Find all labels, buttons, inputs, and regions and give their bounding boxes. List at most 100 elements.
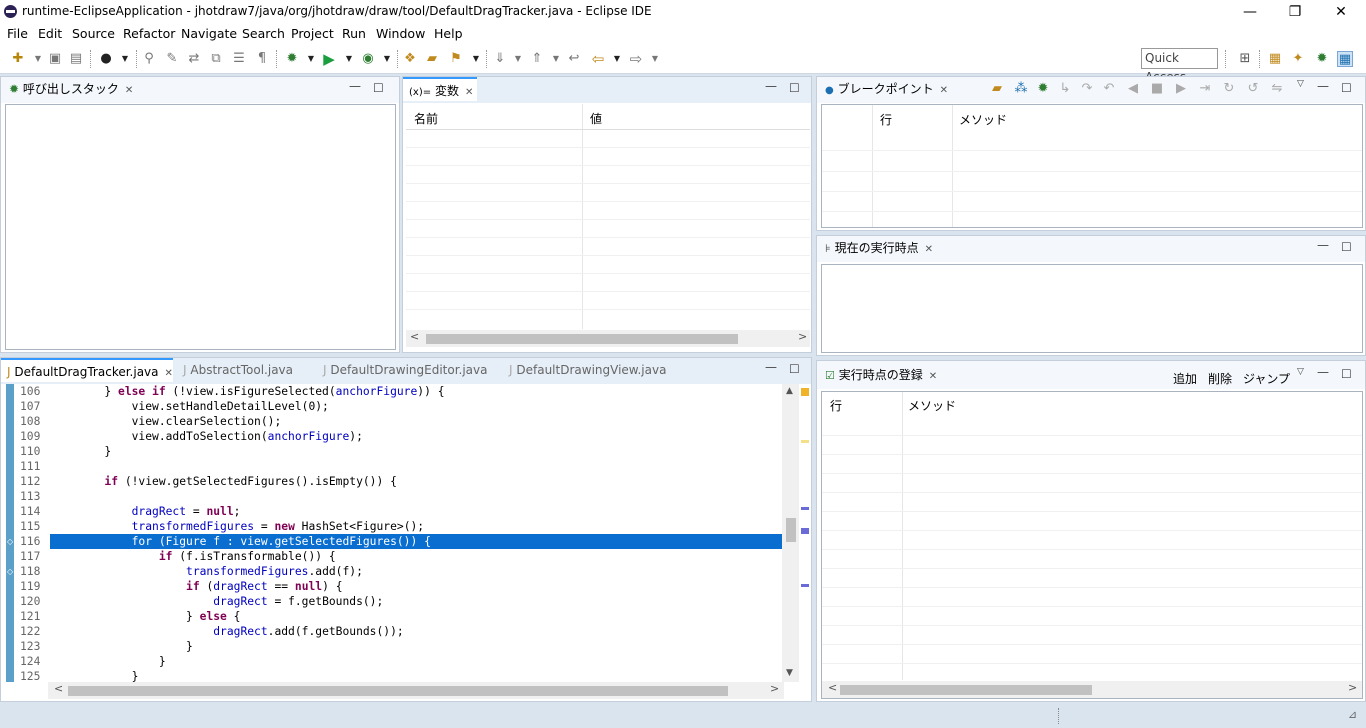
tab-defaultdragtracker[interactable]: J DefaultDragTracker.java ✕ [1,358,173,382]
menu-help[interactable]: Help [434,26,463,41]
menu-window[interactable]: Window [376,26,425,41]
search-tool-icon[interactable]: ⚑ [448,51,464,67]
close-icon[interactable]: ✕ [465,81,473,105]
tab-defaultdrawingview[interactable]: J DefaultDrawingView.java [503,358,666,382]
search-dropdown-icon[interactable]: ▼ [468,51,484,67]
open-folder-icon[interactable]: ▰ [424,51,440,67]
document-icon[interactable]: ☰ [231,51,247,67]
menu-navigate[interactable]: Navigate [181,26,237,41]
link-icon[interactable]: ⇄ [186,51,202,67]
minimize-icon[interactable]: — [1317,238,1329,252]
menu-run[interactable]: Run [342,26,366,41]
save-all-icon[interactable]: ▤ [68,51,84,67]
menu-search[interactable]: Search [242,26,285,41]
refresh-icon[interactable]: ↻ [1221,81,1237,97]
horizontal-scrollbar[interactable]: < > [822,681,1362,698]
compare-icon[interactable]: ⧉ [208,51,224,67]
jump-button[interactable]: ジャンプ [1243,370,1290,387]
code-editor[interactable]: 106 107 108 109 110 111 112 113 114 115 … [4,384,810,700]
new-icon[interactable]: ✚ [10,51,26,67]
delete-button[interactable]: 削除 [1208,370,1232,387]
column-value[interactable]: 値 [590,110,602,127]
tab-current-execution[interactable]: ⊧ 現在の実行時点 ✕ [819,236,933,260]
stop-icon[interactable]: ■ [1149,81,1165,97]
menu-source[interactable]: Source [72,26,115,41]
close-button[interactable]: ✕ [1318,2,1364,22]
minimize-icon[interactable]: — [349,79,361,93]
debug-icon[interactable]: ✹ [284,51,300,67]
add-button[interactable]: 追加 [1173,370,1197,387]
close-icon[interactable]: ✕ [165,362,173,386]
run-icon[interactable]: ▶ [321,51,337,67]
user-icon[interactable]: ● [98,51,114,67]
close-icon[interactable]: ✕ [925,238,933,262]
overview-marker[interactable] [801,584,809,587]
menu-file[interactable]: File [7,26,28,41]
minimize-icon[interactable]: — [1317,365,1329,379]
column-name[interactable]: 名前 [414,110,438,127]
run-dropdown-icon[interactable]: ▼ [341,51,357,67]
marker-icon[interactable]: ⚲ [141,51,157,67]
tab-registered-execution[interactable]: ☑ 実行時点の登録 ✕ [819,363,937,387]
view-menu-icon[interactable]: ▽ [1297,367,1304,377]
minimize-button[interactable]: — [1227,2,1273,22]
resume-icon[interactable]: ▶ [1173,81,1189,97]
restore-button[interactable]: ❐ [1272,2,1318,22]
horizontal-scrollbar[interactable]: < > [406,330,810,347]
menu-refactor[interactable]: Refactor [123,26,175,41]
back-icon[interactable]: ⇦ [590,51,606,67]
user-dropdown-icon[interactable]: ▼ [117,51,133,67]
last-edit-icon[interactable]: ↩ [566,51,582,67]
open-folder-icon[interactable]: ▰ [989,81,1005,97]
link-icon[interactable]: ⇋ [1269,81,1285,97]
minimize-icon[interactable]: — [1317,79,1329,93]
new-dropdown-icon[interactable]: ▼ [30,51,46,67]
menu-edit[interactable]: Edit [38,26,62,41]
pilcrow-icon[interactable]: ¶ [254,51,270,67]
column-line[interactable]: 行 [880,111,892,128]
tab-call-stack[interactable]: ✹ 呼び出しスタック ✕ [3,77,133,101]
menu-project[interactable]: Project [291,26,334,41]
forward-dropdown-icon[interactable]: ▼ [647,51,663,67]
debug-dropdown-icon[interactable]: ▼ [303,51,319,67]
step-into-icon[interactable]: ↳ [1057,81,1073,97]
vertical-scrollbar[interactable]: ▲ ▼ [782,384,799,682]
undo-icon[interactable]: ↺ [1245,81,1261,97]
save-icon[interactable]: ▣ [47,51,63,67]
tab-defaultdrawingeditor[interactable]: J DefaultDrawingEditor.java [317,358,488,382]
perspective-open-icon[interactable]: ⊞ [1237,51,1253,67]
minimize-icon[interactable]: — [765,79,777,93]
open-type-icon[interactable]: ❖ [402,51,418,67]
debug-perspective-icon[interactable]: ✹ [1314,51,1330,67]
view-menu-icon[interactable]: ▽ [1297,79,1304,89]
java-perspective-icon[interactable]: ▦ [1267,51,1283,67]
step-return-icon[interactable]: ↶ [1101,81,1117,97]
overview-marker[interactable] [801,507,809,510]
tab-breakpoints[interactable]: ● ブレークポイント ✕ [819,77,948,101]
pen-icon[interactable]: ✎ [164,51,180,67]
prev-annotation-icon[interactable]: ⇑ [529,51,545,67]
close-icon[interactable]: ✕ [125,79,133,103]
coverage-dropdown-icon[interactable]: ▼ [379,51,395,67]
maximize-icon[interactable]: ☐ [1341,367,1352,381]
prev-annotation-dropdown-icon[interactable]: ▼ [548,51,564,67]
maximize-icon[interactable]: ☐ [1341,240,1352,254]
quick-access-input[interactable]: Quick Access [1141,48,1218,84]
overview-marker[interactable] [801,388,809,396]
coverage-icon[interactable]: ◉ [360,51,376,67]
horizontal-scrollbar[interactable]: < > [48,682,784,699]
custom-perspective-icon[interactable]: ▦ [1337,51,1353,67]
step-back-icon[interactable]: ◀ [1125,81,1141,97]
column-method[interactable]: メソッド [959,111,1007,128]
tab-variables[interactable]: (x)= 変数 ✕ [403,77,477,101]
close-icon[interactable]: ✕ [940,79,948,103]
column-line[interactable]: 行 [830,397,842,414]
debug-icon[interactable]: ✹ [1035,81,1051,97]
overview-marker[interactable] [801,528,809,534]
maximize-icon[interactable]: ☐ [373,81,384,95]
overview-marker[interactable] [801,440,809,443]
tab-abstracttool[interactable]: J AbstractTool.java [177,358,293,382]
minimize-icon[interactable]: — [765,360,777,374]
drop-frame-icon[interactable]: ⇥ [1197,81,1213,97]
next-annotation-icon[interactable]: ⇓ [492,51,508,67]
